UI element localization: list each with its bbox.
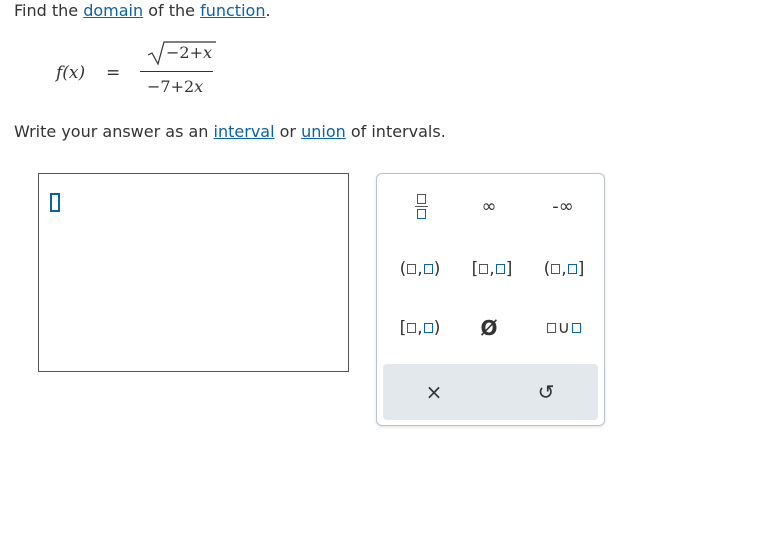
interval-link[interactable]: interval	[214, 122, 275, 141]
numerator-text: −2+	[166, 43, 203, 62]
answer-input[interactable]	[38, 173, 349, 372]
union-icon[interactable]: ∪	[537, 315, 591, 341]
question-middle: of the	[148, 1, 195, 20]
function-link[interactable]: function	[200, 1, 265, 20]
fraction-bar	[140, 71, 213, 72]
clear-icon[interactable]: ×	[419, 378, 449, 406]
question-suffix: .	[265, 1, 271, 20]
closed-interval-icon[interactable]: [,]	[463, 256, 521, 282]
keypad-action-bar: × ↺	[383, 364, 598, 420]
denominator-text: −7+2	[147, 77, 195, 96]
instructions-text: Write your answer as an interval or unio…	[14, 122, 446, 142]
union-link[interactable]: union	[301, 122, 346, 141]
domain-link[interactable]: domain	[83, 1, 143, 20]
negative-infinity-icon[interactable]: -∞	[543, 192, 583, 220]
math-keypad: ∞ -∞ (,) [,] (,] [,) Ø ∪ × ↺	[376, 173, 605, 426]
instructions-middle: or	[279, 122, 296, 141]
denominator-variable: x	[194, 77, 204, 96]
open-interval-icon[interactable]: (,)	[391, 256, 449, 282]
input-cursor-placeholder	[50, 193, 60, 212]
left-open-interval-icon[interactable]: (,]	[535, 256, 593, 282]
right-open-interval-icon[interactable]: [,)	[391, 315, 449, 341]
numerator-variable: x	[203, 43, 213, 62]
function-formula: f(x) = −2+x −7+2x	[56, 40, 236, 102]
empty-set-icon[interactable]: Ø	[473, 314, 505, 342]
question-text: Find the domain of the function.	[14, 1, 271, 21]
instructions-prefix: Write your answer as an	[14, 122, 209, 141]
equals-sign: =	[106, 63, 121, 83]
undo-icon[interactable]: ↺	[531, 378, 561, 406]
denominator: −7+2x	[147, 77, 203, 96]
fraction-icon[interactable]	[405, 188, 437, 224]
function-lhs: f(x)	[56, 63, 86, 83]
question-prefix: Find the	[14, 1, 79, 20]
instructions-suffix: of intervals.	[350, 122, 446, 141]
infinity-icon[interactable]: ∞	[473, 192, 505, 220]
numerator: −2+x	[140, 40, 216, 66]
